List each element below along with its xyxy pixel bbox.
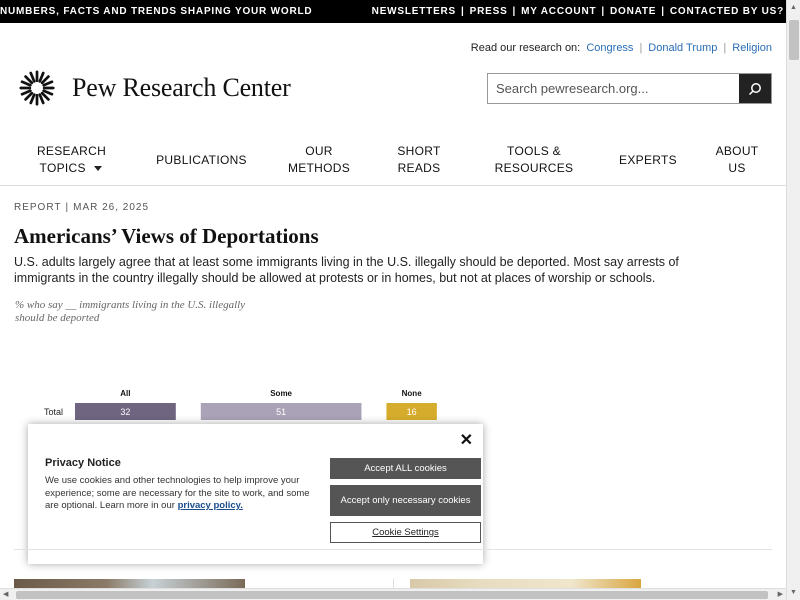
- chart-bar-value: 51: [276, 407, 286, 417]
- nav-label: SHORT: [397, 144, 441, 158]
- nav-label: RESEARCH: [36, 144, 107, 158]
- column-divider: [393, 579, 394, 588]
- utility-links: NEWSLETTERS | PRESS | MY ACCOUNT | DONATE | CONT…: [371, 6, 784, 17]
- donate-link[interactable]: DONATE: [610, 6, 656, 17]
- nav-research-topics[interactable]: RESEARCH TOPICS: [14, 135, 129, 185]
- contacted-by-us-link[interactable]: CONTACTED BY US?: [670, 6, 784, 17]
- nav-short-reads[interactable]: SHORT READS: [364, 135, 474, 185]
- accept-necessary-cookies-button[interactable]: Accept only necessary cookies: [330, 485, 481, 516]
- privacy-notice-body: We use cookies and other technologies to…: [45, 475, 315, 513]
- nav-label: US: [728, 161, 746, 175]
- chart-caption: % who say __ immigrants living in the U.…: [15, 299, 246, 324]
- nav-label: READS: [397, 161, 441, 175]
- article-title: Americans’ Views of Deportations: [14, 224, 319, 248]
- chart-bar-value: 32: [120, 407, 130, 417]
- scrollbar-thumb[interactable]: [789, 20, 799, 60]
- nav-tools-resources[interactable]: TOOLS & RESOURCES: [474, 135, 594, 185]
- related-story-thumbnail[interactable]: [14, 579, 245, 588]
- privacy-notice-heading: Privacy Notice: [45, 457, 121, 469]
- vertical-scrollbar[interactable]: ▲ ▼: [786, 0, 800, 600]
- nav-divider: [0, 185, 786, 186]
- topic-link-donald-trump[interactable]: Donald Trump: [648, 42, 717, 54]
- pew-logo-icon: [19, 70, 55, 106]
- section-divider: [14, 549, 772, 550]
- deportation-chart: Total All 32 Some 51 None 16: [44, 389, 437, 420]
- article-date: MAR 26, 2025: [73, 202, 150, 213]
- chart-bar-value: 16: [407, 407, 417, 417]
- scroll-right-icon[interactable]: ▶: [778, 590, 783, 598]
- nav-publications[interactable]: PUBLICATIONS: [129, 135, 274, 185]
- scroll-up-icon[interactable]: ▲: [790, 4, 797, 11]
- caret-down-icon: [94, 166, 103, 171]
- accept-all-cookies-button[interactable]: Accept ALL cookies: [330, 458, 481, 479]
- nav-label: METHODS: [287, 161, 351, 175]
- nav-our-methods[interactable]: OUR METHODS: [274, 135, 364, 185]
- scrollbar-thumb[interactable]: [16, 591, 768, 599]
- read-on-label: Read our research on:: [470, 42, 581, 54]
- read-our-research-on: Read our research on: Congress | Donald Tr…: [470, 42, 772, 54]
- chart-series-label: All: [120, 389, 130, 398]
- nav-label: ABOUT: [715, 144, 759, 158]
- nav-label: TOPICS: [39, 161, 86, 175]
- article-type[interactable]: REPORT: [14, 202, 62, 213]
- top-utility-bar: NUMBERS, FACTS AND TRENDS SHAPING YOUR W…: [0, 0, 786, 23]
- site-tagline: NUMBERS, FACTS AND TRENDS SHAPING YOUR W…: [0, 6, 313, 17]
- nav-label: TOOLS &: [507, 144, 561, 158]
- chart-category-label: Total: [44, 407, 63, 417]
- search-button[interactable]: [739, 74, 771, 103]
- scroll-left-icon[interactable]: ◀: [3, 590, 8, 598]
- press-link[interactable]: PRESS: [470, 6, 508, 17]
- scroll-down-icon[interactable]: ▼: [790, 589, 797, 596]
- search-box: [487, 73, 772, 104]
- article-kicker: REPORT | MAR 26, 2025: [14, 202, 150, 213]
- nav-about-us[interactable]: ABOUT US: [702, 135, 772, 185]
- nav-label: PUBLICATIONS: [156, 152, 247, 167]
- horizontal-scrollbar[interactable]: ◀ ▶: [0, 588, 786, 600]
- search-icon: [748, 82, 761, 95]
- site-logo[interactable]: Pew Research Center: [14, 70, 291, 106]
- chart-series-label: None: [402, 389, 423, 398]
- article-subtitle: U.S. adults largely agree that at least …: [14, 255, 679, 285]
- nav-experts[interactable]: EXPERTS: [594, 135, 702, 185]
- close-icon[interactable]: ✕: [460, 430, 473, 450]
- topic-link-congress[interactable]: Congress: [586, 42, 633, 54]
- cookie-settings-button[interactable]: Cookie Settings: [330, 522, 481, 543]
- privacy-policy-link[interactable]: privacy policy.: [178, 500, 243, 511]
- topic-link-religion[interactable]: Religion: [732, 42, 772, 54]
- chart-series-label: Some: [270, 389, 292, 398]
- nav-label: OUR: [305, 144, 333, 158]
- related-story-thumbnail[interactable]: [410, 579, 641, 588]
- newsletters-link[interactable]: NEWSLETTERS: [372, 6, 456, 17]
- nav-label: RESOURCES: [494, 161, 574, 175]
- nav-label: EXPERTS: [619, 152, 677, 167]
- main-nav: RESEARCH TOPICS PUBLICATIONS OUR METHODS S…: [14, 135, 772, 185]
- privacy-notice-dialog: ✕ Privacy Notice We use cookies and othe…: [28, 424, 483, 564]
- search-input[interactable]: [488, 74, 739, 103]
- my-account-link[interactable]: MY ACCOUNT: [521, 6, 596, 17]
- site-name: Pew Research Center: [72, 73, 291, 102]
